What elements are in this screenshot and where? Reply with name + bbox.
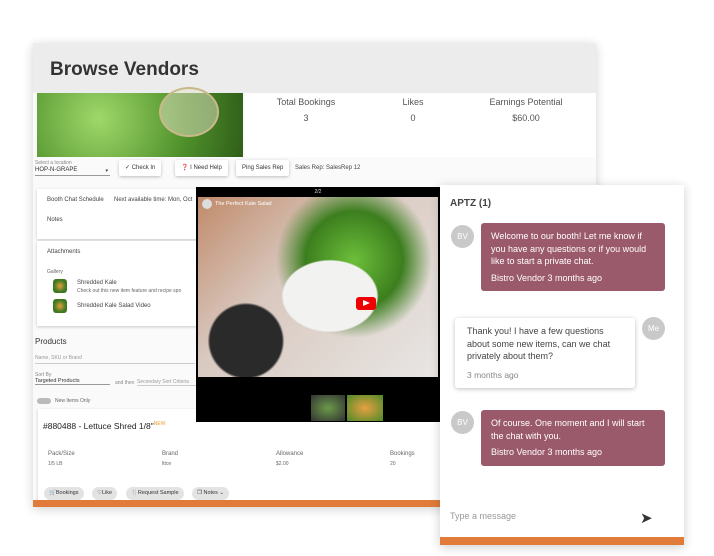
stat-label: Earnings Potential: [489, 97, 563, 107]
stat-likes: Likes 0: [358, 97, 468, 123]
bookings-label: Bookings: [55, 490, 79, 496]
field-label: Pack/Size: [48, 451, 75, 457]
stat-total-bookings: Total Bookings 3: [251, 97, 361, 123]
page-title: Browse Vendors: [50, 59, 199, 80]
attachments-title: Attachments: [47, 249, 81, 255]
video-player[interactable]: 2/2 The Perfect Kale Salad: [196, 187, 440, 422]
like-label: Like: [101, 490, 113, 496]
attachment-thumbnail[interactable]: [53, 279, 67, 293]
chat-title: APTZ (1): [450, 198, 492, 209]
next-available-time: Next available time: Mon, Oct: [114, 197, 193, 203]
stat-value: 0: [410, 113, 416, 123]
and-then-label: and then: [115, 380, 135, 386]
product-search-input[interactable]: Name, SKU or Brand: [35, 355, 195, 364]
product-title[interactable]: #880488 - Lettuce Shred 1/8": [43, 421, 154, 431]
field-value: 1/5 LB: [48, 461, 63, 467]
bookings-button[interactable]: 🛒Bookings: [44, 487, 84, 500]
gallery-label: Gallery: [47, 269, 63, 275]
chat-panel: APTZ (1) BV Welcome to our booth! Let me…: [440, 185, 684, 545]
need-help-label: I Need Help: [190, 165, 222, 171]
new-badge: NEW: [153, 421, 166, 428]
message-text: Thank you! I have a few questions about …: [467, 326, 611, 361]
check-in-label: Check In: [131, 165, 156, 171]
vendor-logo: [159, 87, 219, 137]
video-thumbnail[interactable]: [311, 395, 345, 421]
video-title: The Perfect Kale Salad: [215, 201, 272, 207]
sort-value: Targeted Products: [35, 378, 80, 384]
accent-bar: [440, 537, 684, 545]
check-in-button[interactable]: ✓ Check In: [119, 160, 162, 176]
cart-icon: 🛒: [49, 490, 56, 496]
avatar: BV: [451, 225, 474, 248]
send-icon[interactable]: ➤: [640, 509, 653, 527]
check-icon: ✓: [125, 165, 132, 171]
stats-panel: Total Bookings 3 Likes 0 Earnings Potentia…: [245, 93, 596, 157]
stat-value: $60.00: [512, 113, 540, 123]
booth-card: Booth Chat Schedule Next available time:…: [37, 189, 207, 239]
ping-sales-rep-button[interactable]: Ping Sales Rep: [236, 160, 290, 176]
new-items-toggle[interactable]: [37, 398, 51, 404]
request-sample-label: Request Sample: [137, 490, 179, 496]
chat-message: Welcome to our booth! Let me know if you…: [481, 223, 665, 291]
location-value: HOP-N-GRAPE: [35, 167, 78, 173]
request-sample-button[interactable]: 🍴Request Sample: [126, 487, 184, 500]
field-value: lttce: [162, 461, 172, 467]
message-text: Of course. One moment and I will start t…: [491, 418, 645, 441]
stat-label: Likes: [402, 97, 424, 107]
location-select[interactable]: Select a location HOP-N-GRAPE ▾: [35, 160, 110, 176]
notes-label: Notes: [203, 490, 218, 496]
secondary-sort-select[interactable]: Secondary Sort Criteria: [137, 379, 197, 386]
utensils-icon: 🍴: [131, 490, 138, 496]
play-icon[interactable]: [356, 297, 376, 310]
attachment-thumbnail[interactable]: [53, 299, 67, 313]
chat-message: Of course. One moment and I will start t…: [481, 410, 665, 466]
video-frame[interactable]: The Perfect Kale Salad: [198, 197, 438, 377]
attachment-title[interactable]: Shredded Kale: [77, 280, 117, 286]
attachment-title[interactable]: Shredded Kale Salad Video: [77, 303, 151, 309]
video-thumbnail[interactable]: [347, 395, 383, 421]
video-counter: 2/2: [314, 189, 322, 195]
message-meta: 3 months ago: [467, 369, 519, 380]
message-meta: Bistro Vendor 3 months ago: [491, 447, 603, 457]
field-value: $2.00: [276, 461, 289, 467]
stat-earnings: Earnings Potential $60.00: [471, 97, 581, 123]
avatar: Me: [642, 317, 665, 340]
field-label: Bookings: [390, 451, 415, 457]
vendor-banner-image: [37, 87, 243, 157]
chevron-down-icon: ⌄: [217, 490, 224, 496]
message-meta: Bistro Vendor 3 months ago: [491, 272, 603, 283]
help-icon: ❓: [181, 165, 191, 171]
attachment-desc: Check out this new item feature and reci…: [77, 288, 182, 294]
message-input[interactable]: Type a message: [450, 511, 516, 521]
new-items-label: New Items Only: [55, 398, 91, 404]
sort-select[interactable]: Sort By Targeted Products: [35, 372, 110, 385]
products-title: Products: [35, 337, 67, 346]
booth-chat-schedule: Booth Chat Schedule: [47, 197, 104, 203]
dropdown-icon: ▾: [105, 168, 108, 174]
field-value: 20: [390, 461, 396, 467]
stat-label: Total Bookings: [276, 97, 336, 107]
notes-label[interactable]: Notes: [47, 217, 63, 223]
chat-message: Thank you! I have a few questions about …: [455, 318, 635, 388]
field-label: Allowance: [276, 451, 304, 457]
avatar: BV: [451, 411, 474, 434]
need-help-button[interactable]: ❓ I Need Help: [175, 160, 228, 176]
page-header: Browse Vendors: [33, 43, 596, 93]
attachments-card: Attachments Gallery Shredded Kale Check …: [37, 241, 207, 326]
channel-avatar: [202, 199, 212, 209]
sales-rep-text: Sales Rep: SalesRep 12: [295, 165, 361, 171]
stat-value: 3: [303, 113, 309, 123]
field-label: Brand: [162, 451, 179, 457]
like-button[interactable]: ♡Like: [92, 487, 118, 500]
message-text: Welcome to our booth! Let me know if you…: [491, 231, 647, 266]
notes-button[interactable]: ❐ Notes ⌄: [192, 487, 229, 500]
